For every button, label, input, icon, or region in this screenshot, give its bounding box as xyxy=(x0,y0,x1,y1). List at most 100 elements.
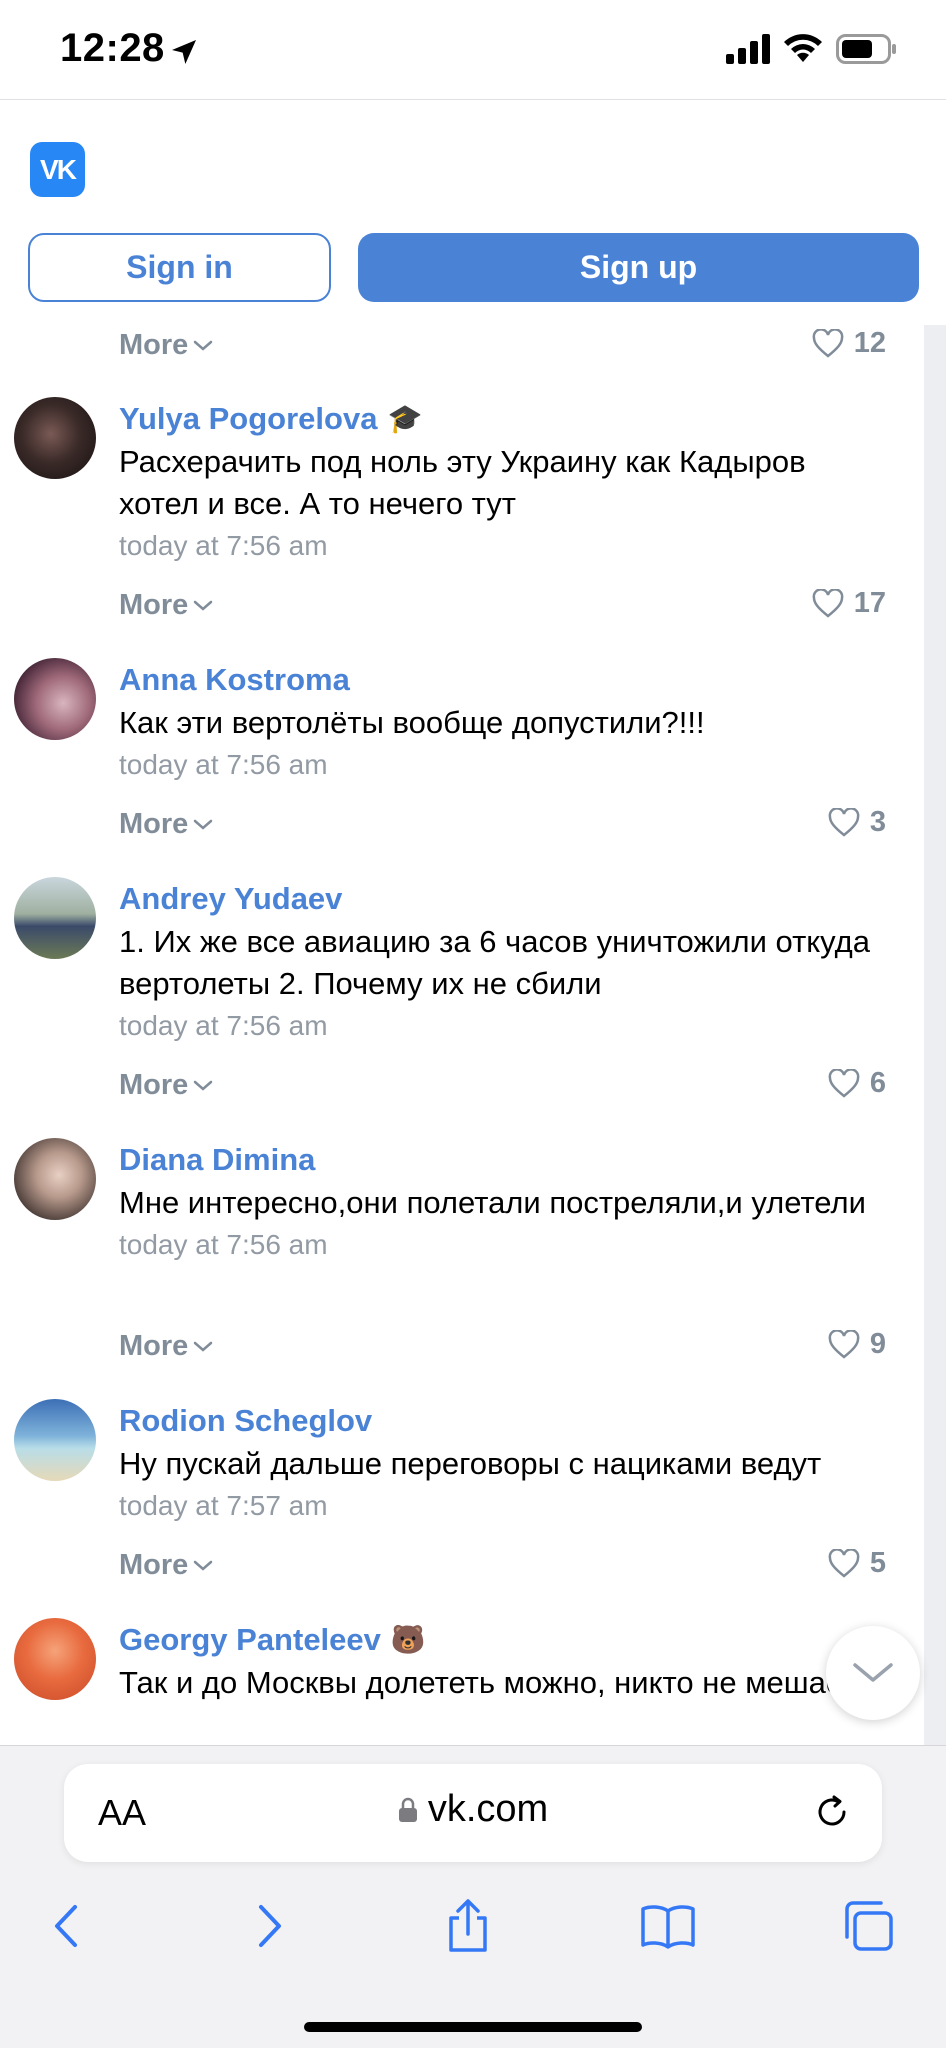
comment-actions-row: More 5 xyxy=(0,1545,924,1595)
comment-text: Расхерачить под ноль эту Украину как Кад… xyxy=(119,444,806,521)
like-count: 3 xyxy=(869,806,886,838)
more-button[interactable]: More xyxy=(119,1549,214,1582)
comment-author[interactable]: Andrey Yudaev xyxy=(119,877,889,921)
more-label: More xyxy=(119,589,189,621)
like-count: 12 xyxy=(853,327,886,359)
browser-bottom-bar: AA vk.com xyxy=(0,1745,946,2048)
tabs-icon xyxy=(845,1901,893,1951)
comment-time[interactable]: today at 7:56 am xyxy=(119,1005,889,1047)
avatar[interactable] xyxy=(14,1618,96,1700)
heart-icon xyxy=(828,807,860,837)
comment-actions-row: More 17 xyxy=(0,585,924,635)
more-label: More xyxy=(119,1330,189,1362)
scrollbar[interactable] xyxy=(924,325,946,1745)
chevron-down-icon xyxy=(194,600,213,611)
comment-text: 1. Их же все авиацию за 6 часов уничтожи… xyxy=(119,924,870,1001)
more-button[interactable]: More xyxy=(119,1069,214,1102)
comment-actions-row: More 9 xyxy=(0,1326,924,1376)
bear-badge-icon: 🐻 xyxy=(390,1624,426,1655)
comments-feed[interactable]: More 12 Yulya Pogorelova 🎓 Расхерачить п… xyxy=(0,325,924,1745)
url-text: vk.com xyxy=(427,1788,549,1830)
like-button[interactable]: 6 xyxy=(828,1067,886,1100)
vk-logo[interactable]: VK xyxy=(30,142,85,197)
cellular-signal-icon xyxy=(726,34,770,64)
more-label: More xyxy=(119,1549,189,1581)
author-name: Andrey Yudaev xyxy=(119,881,343,916)
comment-author[interactable]: Rodion Scheglov xyxy=(119,1399,889,1443)
like-button[interactable]: 3 xyxy=(828,806,886,839)
comment-time[interactable]: today at 7:56 am xyxy=(119,525,889,567)
author-name: Yulya Pogorelova xyxy=(119,401,378,436)
comment-text: Ну пускай дальше переговоры с нациками в… xyxy=(119,1446,822,1481)
graduation-cap-icon: 🎓 xyxy=(387,403,423,434)
chevron-right-icon xyxy=(259,1905,281,1947)
author-name: Georgy Panteleev xyxy=(119,1622,381,1657)
heart-icon xyxy=(828,1068,860,1098)
battery-icon xyxy=(836,34,896,64)
share-icon xyxy=(449,1899,487,1952)
back-button[interactable] xyxy=(36,1896,96,1956)
location-arrow-icon xyxy=(172,40,196,64)
like-count: 5 xyxy=(869,1547,886,1579)
scroll-down-button[interactable] xyxy=(826,1626,920,1720)
chevron-down-icon xyxy=(194,340,213,351)
comment-time[interactable]: today at 7:56 am xyxy=(119,744,889,786)
comment-actions-row: More 6 xyxy=(0,1065,924,1115)
heart-icon xyxy=(828,1548,860,1578)
chevron-down-icon xyxy=(194,1560,213,1571)
avatar[interactable] xyxy=(14,397,96,479)
book-icon xyxy=(641,1905,695,1949)
chevron-down-icon xyxy=(194,1341,213,1352)
heart-icon xyxy=(812,588,844,618)
reload-icon[interactable] xyxy=(812,1792,852,1832)
like-button[interactable]: 12 xyxy=(812,327,886,360)
sign-up-button[interactable]: Sign up xyxy=(358,233,919,302)
comment-time[interactable]: today at 7:57 am xyxy=(119,1485,889,1527)
forward-button[interactable] xyxy=(240,1896,300,1956)
comment-author[interactable]: Diana Dimina xyxy=(119,1138,889,1182)
more-button[interactable]: More xyxy=(119,1330,214,1363)
comment-text: Мне интересно,они полетали постреляли,и … xyxy=(119,1185,866,1220)
comment-author[interactable]: Anna Kostroma xyxy=(119,658,889,702)
avatar[interactable] xyxy=(14,1399,96,1481)
sign-in-button[interactable]: Sign in xyxy=(28,233,331,302)
more-button[interactable]: More xyxy=(119,329,214,362)
browser-toolbar xyxy=(0,1896,946,1976)
address-bar[interactable]: AA vk.com xyxy=(64,1764,882,1862)
status-time: 12:28 xyxy=(60,26,165,70)
more-label: More xyxy=(119,1069,189,1101)
more-label: More xyxy=(119,329,189,361)
bookmarks-button[interactable] xyxy=(638,1896,698,1956)
comment-author[interactable]: Yulya Pogorelova 🎓 xyxy=(119,397,889,441)
like-count: 9 xyxy=(869,1328,886,1360)
chevron-down-icon xyxy=(194,819,213,830)
author-name: Diana Dimina xyxy=(119,1142,316,1177)
more-button[interactable]: More xyxy=(119,808,214,841)
chevron-left-icon xyxy=(55,1905,77,1947)
heart-icon xyxy=(812,328,844,358)
status-bar: 12:28 xyxy=(0,0,946,100)
home-indicator xyxy=(304,2022,642,2032)
avatar[interactable] xyxy=(14,658,96,740)
avatar[interactable] xyxy=(14,877,96,959)
author-name: Rodion Scheglov xyxy=(119,1403,373,1438)
comment-text: Как эти вертолёты вообще допустили?!!! xyxy=(119,705,705,740)
url-display[interactable]: vk.com xyxy=(64,1788,882,1831)
comment-actions-row: More 3 xyxy=(0,804,924,854)
comment-text: Так и до Москвы долететь можно, никто не… xyxy=(119,1665,857,1700)
lock-icon xyxy=(398,1797,417,1822)
like-button[interactable]: 5 xyxy=(828,1547,886,1580)
like-button[interactable]: 17 xyxy=(812,587,886,620)
comment-time[interactable]: today at 7:56 am xyxy=(119,1224,889,1266)
avatar[interactable] xyxy=(14,1138,96,1220)
more-button[interactable]: More xyxy=(119,589,214,622)
like-button[interactable]: 9 xyxy=(828,1328,886,1361)
heart-icon xyxy=(828,1329,860,1359)
author-name: Anna Kostroma xyxy=(119,662,350,697)
tabs-button[interactable] xyxy=(838,1896,898,1956)
like-count: 6 xyxy=(869,1067,886,1099)
comment-actions-row: More 12 xyxy=(0,325,924,375)
comment-author[interactable]: Georgy Panteleev 🐻 xyxy=(119,1618,889,1662)
chevron-down-icon xyxy=(853,1663,893,1682)
share-button[interactable] xyxy=(438,1896,498,1956)
